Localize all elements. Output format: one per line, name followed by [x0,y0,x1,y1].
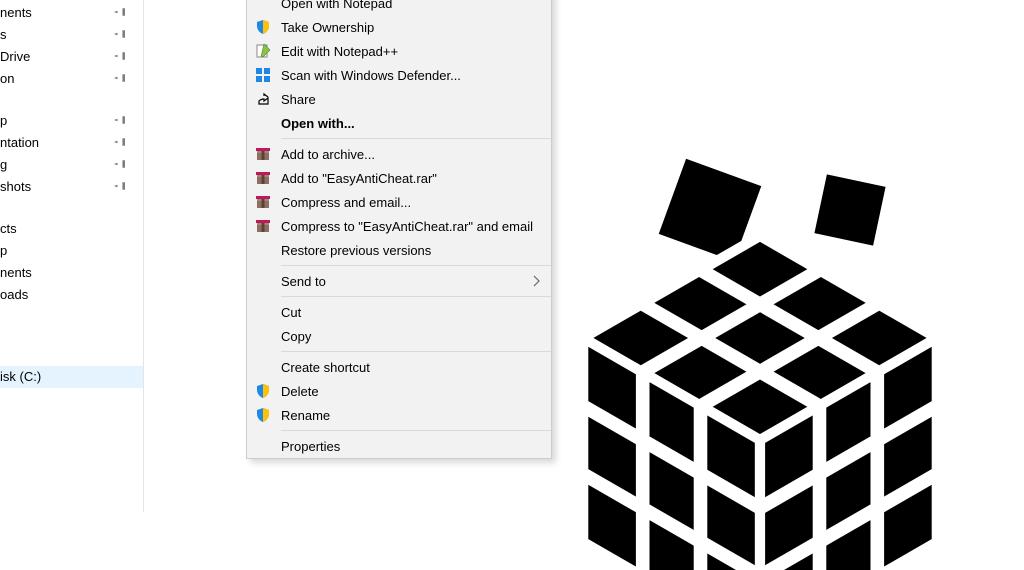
menu-label: Create shortcut [281,360,523,375]
menu-add-to-rar[interactable]: Add to "EasyAntiCheat.rar" [247,166,551,190]
sidebar-item-local-disk[interactable]: isk (C:) [0,366,143,388]
menu-open-with-notepad[interactable]: Open with Notepad [247,0,551,15]
menu-separator [281,138,551,139]
sidebar-item-label: g [0,157,7,172]
notepadpp-icon [255,43,271,59]
menu-label: Open with... [281,116,523,131]
menu-separator [281,351,551,352]
sidebar-item[interactable]: ntation [0,132,143,154]
pin-icon [113,179,127,193]
sidebar-item-label: isk (C:) [0,369,41,384]
menu-copy[interactable]: Copy [247,324,551,348]
shield-icon [255,407,271,423]
sidebar-item-label: cts [0,221,17,236]
menu-properties[interactable]: Properties [247,434,551,458]
shield-icon [255,383,271,399]
menu-create-shortcut[interactable]: Create shortcut [247,355,551,379]
pin-icon [113,49,127,63]
sidebar-item-label: p [0,243,7,258]
menu-scan-defender[interactable]: Scan with Windows Defender... [247,63,551,87]
menu-take-ownership[interactable]: Take Ownership [247,15,551,39]
winrar-icon [255,170,271,186]
sidebar-item[interactable]: nents [0,2,143,24]
menu-label: Compress and email... [281,195,523,210]
menu-share[interactable]: Share [247,87,551,111]
menu-label: Edit with Notepad++ [281,44,523,59]
context-menu: Open with Notepad Take Ownership Edit wi… [246,0,552,459]
menu-rename[interactable]: Rename [247,403,551,427]
menu-label: Cut [281,305,523,320]
menu-label: Send to [281,274,523,289]
pin-icon [113,71,127,85]
menu-label: Compress to "EasyAntiCheat.rar" and emai… [281,219,533,234]
menu-open-with[interactable]: Open with... [247,111,551,135]
pin-icon [113,135,127,149]
winrar-icon [255,146,271,162]
sidebar-item[interactable]: g [0,154,143,176]
sidebar-item-label: shots [0,179,31,194]
menu-delete[interactable]: Delete [247,379,551,403]
menu-restore-previous[interactable]: Restore previous versions [247,238,551,262]
menu-label: Open with Notepad [281,0,523,11]
sidebar-spacer [0,198,143,218]
sidebar-spacer [0,346,143,366]
menu-cut[interactable]: Cut [247,300,551,324]
sidebar-item[interactable]: cts [0,218,143,240]
sidebar-item-label: nents [0,5,32,20]
share-icon [255,91,271,107]
sidebar-item-label: on [0,71,14,86]
menu-label: Rename [281,408,523,423]
menu-separator [281,430,551,431]
menu-send-to[interactable]: Send to [247,269,551,293]
pin-icon [113,113,127,127]
menu-label: Add to archive... [281,147,523,162]
menu-label: Restore previous versions [281,243,523,258]
sidebar-item[interactable]: shots [0,176,143,198]
winrar-icon [255,218,271,234]
cube-artwork [540,140,1024,570]
sidebar-item-label: p [0,113,7,128]
menu-add-to-archive[interactable]: Add to archive... [247,142,551,166]
sidebar-item-label: s [0,27,7,42]
menu-label: Copy [281,329,523,344]
menu-compress-rar-email[interactable]: Compress to "EasyAntiCheat.rar" and emai… [247,214,551,238]
sidebar-item-label: Drive [0,49,30,64]
sidebar-item[interactable]: nents [0,262,143,284]
menu-separator [281,296,551,297]
sidebar-item[interactable]: Drive [0,46,143,68]
sidebar-item-label: nents [0,265,32,280]
sidebar-spacer [0,90,143,110]
sidebar-item[interactable]: oads [0,284,143,306]
menu-label: Delete [281,384,523,399]
sidebar-item-label: ntation [0,135,39,150]
sidebar-item[interactable]: s [0,24,143,46]
sidebar-item[interactable]: p [0,240,143,262]
sidebar-item[interactable]: on [0,68,143,90]
sidebar-item-label: oads [0,287,28,302]
pin-icon [113,27,127,41]
menu-edit-notepadpp[interactable]: Edit with Notepad++ [247,39,551,63]
menu-label: Scan with Windows Defender... [281,68,523,83]
defender-icon [255,67,271,83]
sidebar-item[interactable]: p [0,110,143,132]
menu-compress-email[interactable]: Compress and email... [247,190,551,214]
sidebar-spacer [0,306,143,326]
pin-icon [113,5,127,19]
sidebar-spacer [0,326,143,346]
winrar-icon [255,194,271,210]
menu-separator [281,265,551,266]
pin-icon [113,157,127,171]
menu-label: Share [281,92,523,107]
menu-label: Add to "EasyAntiCheat.rar" [281,171,523,186]
navigation-pane: nents s Drive on p ntation g shots cts p… [0,0,144,512]
menu-label: Take Ownership [281,20,523,35]
shield-icon [255,19,271,35]
menu-label: Properties [281,439,523,454]
